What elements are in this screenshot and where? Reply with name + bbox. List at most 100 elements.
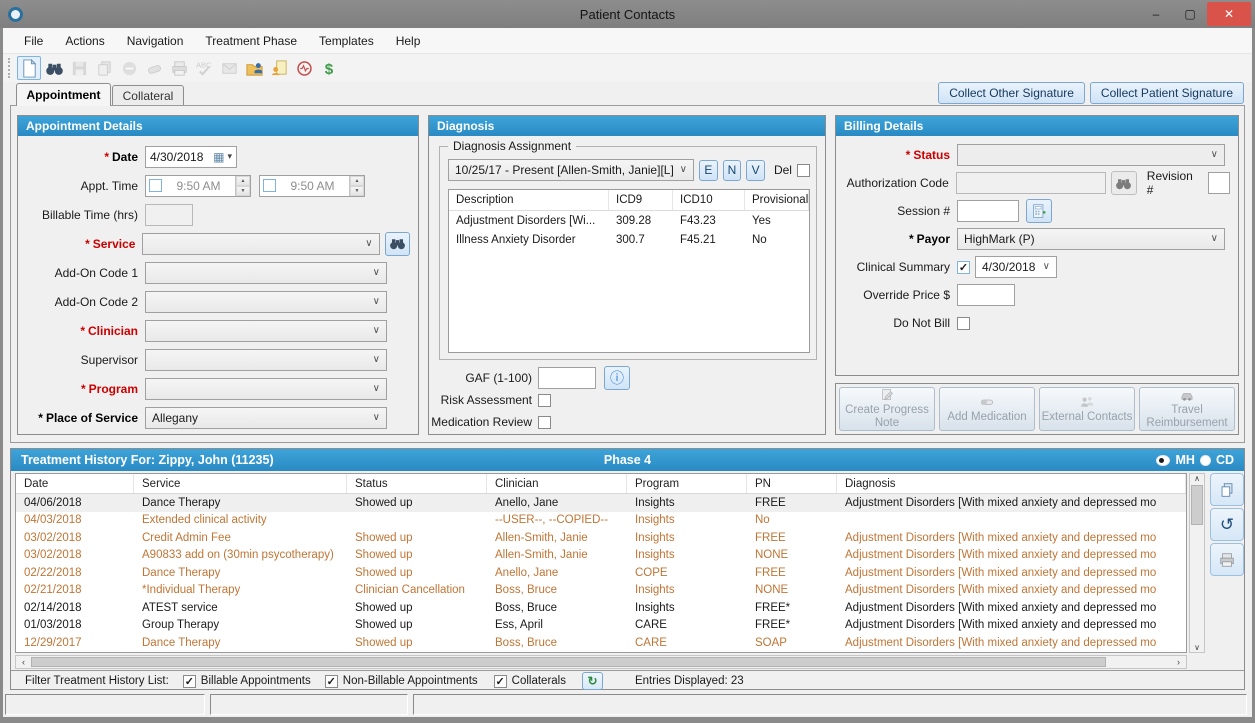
billing-dollar-icon[interactable] <box>317 56 341 80</box>
patient-folder-icon[interactable] <box>242 56 266 80</box>
menu-templates[interactable]: Templates <box>308 30 385 52</box>
maximize-button[interactable]: ▢ <box>1173 2 1207 26</box>
scroll-down-icon[interactable]: ∨ <box>1194 643 1200 652</box>
end-time-checkbox[interactable] <box>263 179 276 192</box>
clinical-summary-date-select[interactable]: 4/30/2018∨ <box>975 256 1057 278</box>
do-not-bill-checkbox[interactable] <box>957 317 970 330</box>
menu-navigation[interactable]: Navigation <box>116 30 195 52</box>
payor-select[interactable]: HighMark (P)∨ <box>957 228 1225 250</box>
history-row[interactable]: 04/03/2018Extended clinical activity--US… <box>16 512 1186 530</box>
date-picker[interactable]: 4/30/2018▦▾ <box>145 146 237 168</box>
column-header[interactable]: Description <box>449 190 609 210</box>
status-bar-cell-1 <box>5 694 205 715</box>
collaterals-checkbox[interactable]: ✓ <box>494 675 507 688</box>
column-header[interactable]: Service <box>134 474 347 493</box>
horizontal-scrollbar[interactable]: ‹ › <box>15 655 1187 669</box>
menu-actions[interactable]: Actions <box>54 30 115 52</box>
end-time-spinner[interactable]: ▲▼ <box>349 176 364 196</box>
menu-treatment-phase[interactable]: Treatment Phase <box>194 30 308 52</box>
status-select[interactable]: ∨ <box>957 144 1225 166</box>
addon-code-2-select[interactable]: ∨ <box>145 291 387 313</box>
addon-code-2-label: Add-On Code 2 <box>18 295 138 309</box>
override-price-input[interactable] <box>957 284 1015 306</box>
view-diagnosis-button[interactable]: V <box>746 160 765 181</box>
tab-appointment[interactable]: Appointment <box>16 83 111 106</box>
filter-bar: Filter Treatment History List: ✓ Billabl… <box>11 670 1244 691</box>
menu-file[interactable]: File <box>13 30 54 52</box>
scroll-up-icon[interactable]: ∧ <box>1194 474 1200 483</box>
history-row[interactable]: 02/14/2018ATEST serviceShowed upBoss, Br… <box>16 599 1186 617</box>
tab-collateral[interactable]: Collateral <box>112 85 184 106</box>
clinical-summary-checkbox[interactable]: ✓ <box>957 261 970 274</box>
scroll-right-icon[interactable]: › <box>1171 657 1186 667</box>
date-dropdown-arrow[interactable]: ▾ <box>227 151 232 162</box>
history-row[interactable]: 02/21/2018*Individual TherapyClinician C… <box>16 582 1186 600</box>
diagnosis-assignment-select[interactable]: 10/25/17 - Present [Allen-Smith, Janie][… <box>448 159 694 181</box>
history-row[interactable]: 12/29/2017Dance TherapyShowed upBoss, Br… <box>16 634 1186 652</box>
column-header[interactable]: Program <box>627 474 747 493</box>
menu-help[interactable]: Help <box>385 30 432 52</box>
save-icon <box>67 56 91 80</box>
cd-radio[interactable] <box>1200 455 1211 466</box>
duplicate-entry-button[interactable] <box>1210 473 1244 506</box>
authorization-search-button <box>1111 171 1137 195</box>
diagnosis-row[interactable]: Adjustment Disorders [Wi...309.28F43.23Y… <box>449 211 809 230</box>
supervisor-select[interactable]: ∨ <box>145 349 387 371</box>
diagnosis-assignment-group: Diagnosis Assignment 10/25/17 - Present … <box>439 146 817 360</box>
history-row[interactable]: 01/03/2018Group TherapyShowed upEss, Apr… <box>16 617 1186 635</box>
column-header[interactable]: Status <box>347 474 487 493</box>
session-input[interactable] <box>957 200 1019 222</box>
column-header[interactable]: Provisional? <box>745 190 809 210</box>
patient-note-icon[interactable] <box>267 56 291 80</box>
program-select[interactable]: ∨ <box>145 378 387 400</box>
column-header[interactable]: ICD9 <box>609 190 673 210</box>
status-bar-cell-2 <box>210 694 408 715</box>
scroll-left-icon[interactable]: ‹ <box>16 657 31 667</box>
column-header[interactable]: ICD10 <box>673 190 745 210</box>
revision-input[interactable] <box>1208 172 1230 194</box>
print-history-button[interactable] <box>1210 543 1244 576</box>
search-binoculars-icon[interactable] <box>42 56 66 80</box>
vitals-icon[interactable] <box>292 56 316 80</box>
place-of-service-select[interactable]: Allegany∨ <box>145 407 387 429</box>
start-time-checkbox[interactable] <box>149 179 162 192</box>
undo-button[interactable]: ↺ <box>1210 508 1244 541</box>
gaf-input[interactable] <box>538 367 596 389</box>
refresh-filter-button[interactable]: ↻ <box>582 672 603 690</box>
column-header[interactable]: Diagnosis <box>837 474 1186 493</box>
service-search-button[interactable] <box>385 232 410 256</box>
start-time-field[interactable]: 9:50 AM▲▼ <box>145 175 251 197</box>
session-calculator-button[interactable] <box>1026 199 1052 223</box>
clinician-select[interactable]: ∨ <box>145 320 387 342</box>
addon-code-1-select[interactable]: ∨ <box>145 262 387 284</box>
collect-patient-signature-button[interactable]: Collect Patient Signature <box>1090 82 1244 104</box>
collect-other-signature-button[interactable]: Collect Other Signature <box>938 82 1085 104</box>
diagnosis-row[interactable]: Illness Anxiety Disorder300.7F45.21No <box>449 230 809 249</box>
minimize-button[interactable]: – <box>1139 2 1173 26</box>
scrollbar-thumb[interactable] <box>1191 485 1203 525</box>
mh-radio[interactable] <box>1156 455 1170 466</box>
history-row[interactable]: 03/02/2018Credit Admin FeeShowed upAllen… <box>16 529 1186 547</box>
close-button[interactable]: ✕ <box>1207 2 1251 26</box>
history-row[interactable]: 02/22/2018Dance TherapyShowed upAnello, … <box>16 564 1186 582</box>
edit-diagnosis-button[interactable]: E <box>699 160 718 181</box>
column-header[interactable]: PN <box>747 474 837 493</box>
start-time-spinner[interactable]: ▲▼ <box>235 176 250 196</box>
end-time-field[interactable]: 9:50 AM▲▼ <box>259 175 365 197</box>
column-header[interactable]: Date <box>16 474 134 493</box>
del-checkbox[interactable] <box>797 164 810 177</box>
non-billable-appointments-checkbox[interactable]: ✓ <box>325 675 338 688</box>
new-diagnosis-button[interactable]: N <box>723 160 742 181</box>
gaf-info-button[interactable]: ⓘ <box>604 366 630 390</box>
medication-review-checkbox[interactable] <box>538 416 551 429</box>
column-header[interactable]: Clinician <box>487 474 627 493</box>
scrollbar-thumb[interactable] <box>31 657 1106 667</box>
risk-assessment-checkbox[interactable] <box>538 394 551 407</box>
history-row[interactable]: 03/02/2018A90833 add on (30min psycother… <box>16 547 1186 565</box>
history-row[interactable]: 04/06/2018Dance TherapyShowed upAnello, … <box>16 494 1186 512</box>
service-select[interactable]: ∨ <box>142 233 379 255</box>
appointment-tab-page: Appointment Details *Date 4/30/2018▦▾ Ap… <box>10 105 1245 443</box>
new-document-icon[interactable] <box>17 56 41 80</box>
billable-appointments-checkbox[interactable]: ✓ <box>183 675 196 688</box>
vertical-scrollbar[interactable]: ∧ ∨ <box>1189 473 1205 653</box>
